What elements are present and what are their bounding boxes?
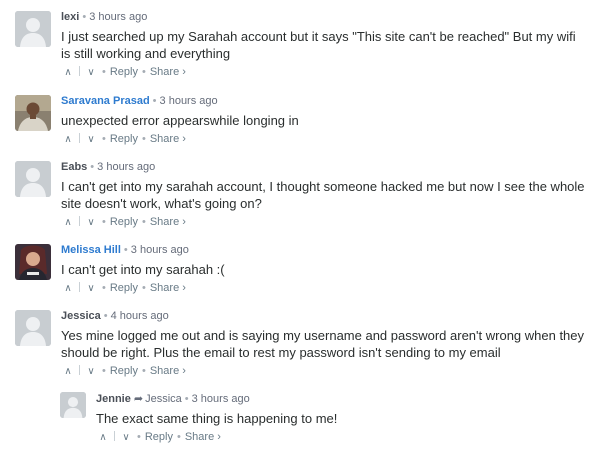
downvote-icon[interactable]: ∨ [84, 216, 98, 230]
action-separator: • [141, 133, 146, 145]
default-avatar-icon[interactable] [60, 392, 86, 418]
user-avatar[interactable] [15, 95, 51, 131]
timestamp[interactable]: 3 hours ago [131, 244, 189, 256]
default-avatar-icon[interactable] [15, 310, 51, 346]
action-separator: • [102, 365, 106, 377]
default-avatar-icon[interactable] [15, 11, 51, 47]
action-separator: • [141, 66, 146, 78]
comment-meta: lexi • 3 hours ago [61, 10, 588, 24]
upvote-icon[interactable]: ∧ [96, 431, 110, 445]
comment-actions: ∧ ∨ • Reply • Share › [61, 65, 588, 80]
share-button[interactable]: Share › [150, 133, 186, 145]
reply-button[interactable]: Reply [110, 282, 138, 294]
action-separator: • [141, 282, 146, 294]
share-button[interactable]: Share › [185, 431, 221, 443]
vote-divider [79, 365, 80, 375]
comment-actions: ∧ ∨ • Reply • Share › [61, 132, 588, 147]
vote-divider [79, 282, 80, 292]
vote-divider [114, 431, 115, 441]
share-button[interactable]: Share › [150, 282, 186, 294]
author-name[interactable]: Melissa Hill [61, 244, 121, 256]
comment-actions: ∧ ∨ • Reply • Share › [61, 215, 588, 230]
share-button[interactable]: Share › [150, 365, 186, 377]
upvote-icon[interactable]: ∧ [61, 365, 75, 379]
reply-arrow-icon: ➦ [133, 393, 144, 405]
meta-separator: • [82, 11, 87, 23]
action-separator: • [141, 365, 146, 377]
author-name[interactable]: Jessica [61, 310, 101, 322]
comment-text: The exact same thing is happening to me! [96, 411, 338, 426]
reply-button[interactable]: Reply [145, 431, 173, 443]
action-separator: • [102, 66, 106, 78]
comment-meta: Jennie ➦ Jessica • 3 hours ago [96, 392, 588, 406]
timestamp[interactable]: 4 hours ago [111, 310, 169, 322]
meta-separator: • [184, 393, 189, 405]
meta-separator: • [123, 244, 128, 256]
meta-separator: • [152, 95, 157, 107]
comment-meta: Eabs • 3 hours ago [61, 160, 588, 174]
downvote-icon[interactable]: ∨ [84, 133, 98, 147]
reply-button[interactable]: Reply [110, 365, 138, 377]
author-name[interactable]: Jennie [96, 393, 131, 405]
comment-actions: ∧ ∨ • Reply • Share › [96, 430, 588, 445]
comment-actions: ∧ ∨ • Reply • Share › [61, 281, 588, 296]
comment-actions: ∧ ∨ • Reply • Share › [61, 364, 588, 379]
upvote-icon[interactable]: ∧ [61, 66, 75, 80]
comment-text: I can't get into my sarahah account, I t… [61, 179, 585, 211]
vote-divider [79, 66, 80, 76]
upvote-icon[interactable]: ∧ [61, 133, 75, 147]
timestamp[interactable]: 3 hours ago [89, 11, 147, 23]
timestamp[interactable]: 3 hours ago [192, 393, 250, 405]
action-separator: • [137, 431, 141, 443]
vote-divider [79, 133, 80, 143]
comment-text: Yes mine logged me out and is saying my … [61, 328, 585, 360]
downvote-icon[interactable]: ∨ [84, 365, 98, 379]
action-separator: • [141, 216, 146, 228]
timestamp[interactable]: 3 hours ago [97, 161, 155, 173]
reply-button[interactable]: Reply [110, 133, 138, 145]
downvote-icon[interactable]: ∨ [84, 66, 98, 80]
comment-text: I can't get into my sarahah :( [61, 262, 225, 277]
action-separator: • [102, 133, 106, 145]
in-reply-to-link[interactable]: Jessica [145, 393, 182, 405]
upvote-icon[interactable]: ∧ [61, 216, 75, 230]
meta-separator: • [103, 310, 108, 322]
reply-button[interactable]: Reply [110, 216, 138, 228]
action-separator: • [176, 431, 181, 443]
timestamp[interactable]: 3 hours ago [160, 95, 218, 107]
downvote-icon[interactable]: ∨ [84, 282, 98, 296]
reply-button[interactable]: Reply [110, 66, 138, 78]
comment-meta: Jessica • 4 hours ago [61, 309, 588, 323]
comment-text: unexpected error appearswhile longing in [61, 113, 299, 128]
meta-separator: • [90, 161, 95, 173]
comment-text: I just searched up my Sarahah account bu… [61, 29, 576, 61]
action-separator: • [102, 216, 106, 228]
comment-meta: Saravana Prasad • 3 hours ago [61, 94, 588, 108]
share-button[interactable]: Share › [150, 216, 186, 228]
downvote-icon[interactable]: ∨ [119, 431, 133, 445]
action-separator: • [102, 282, 106, 294]
default-avatar-icon[interactable] [15, 161, 51, 197]
upvote-icon[interactable]: ∧ [61, 282, 75, 296]
author-name[interactable]: Eabs [61, 161, 87, 173]
comment-meta: Melissa Hill • 3 hours ago [61, 243, 588, 257]
author-name[interactable]: lexi [61, 11, 79, 23]
share-button[interactable]: Share › [150, 66, 186, 78]
author-name[interactable]: Saravana Prasad [61, 95, 150, 107]
vote-divider [79, 216, 80, 226]
user-avatar[interactable] [15, 244, 51, 280]
